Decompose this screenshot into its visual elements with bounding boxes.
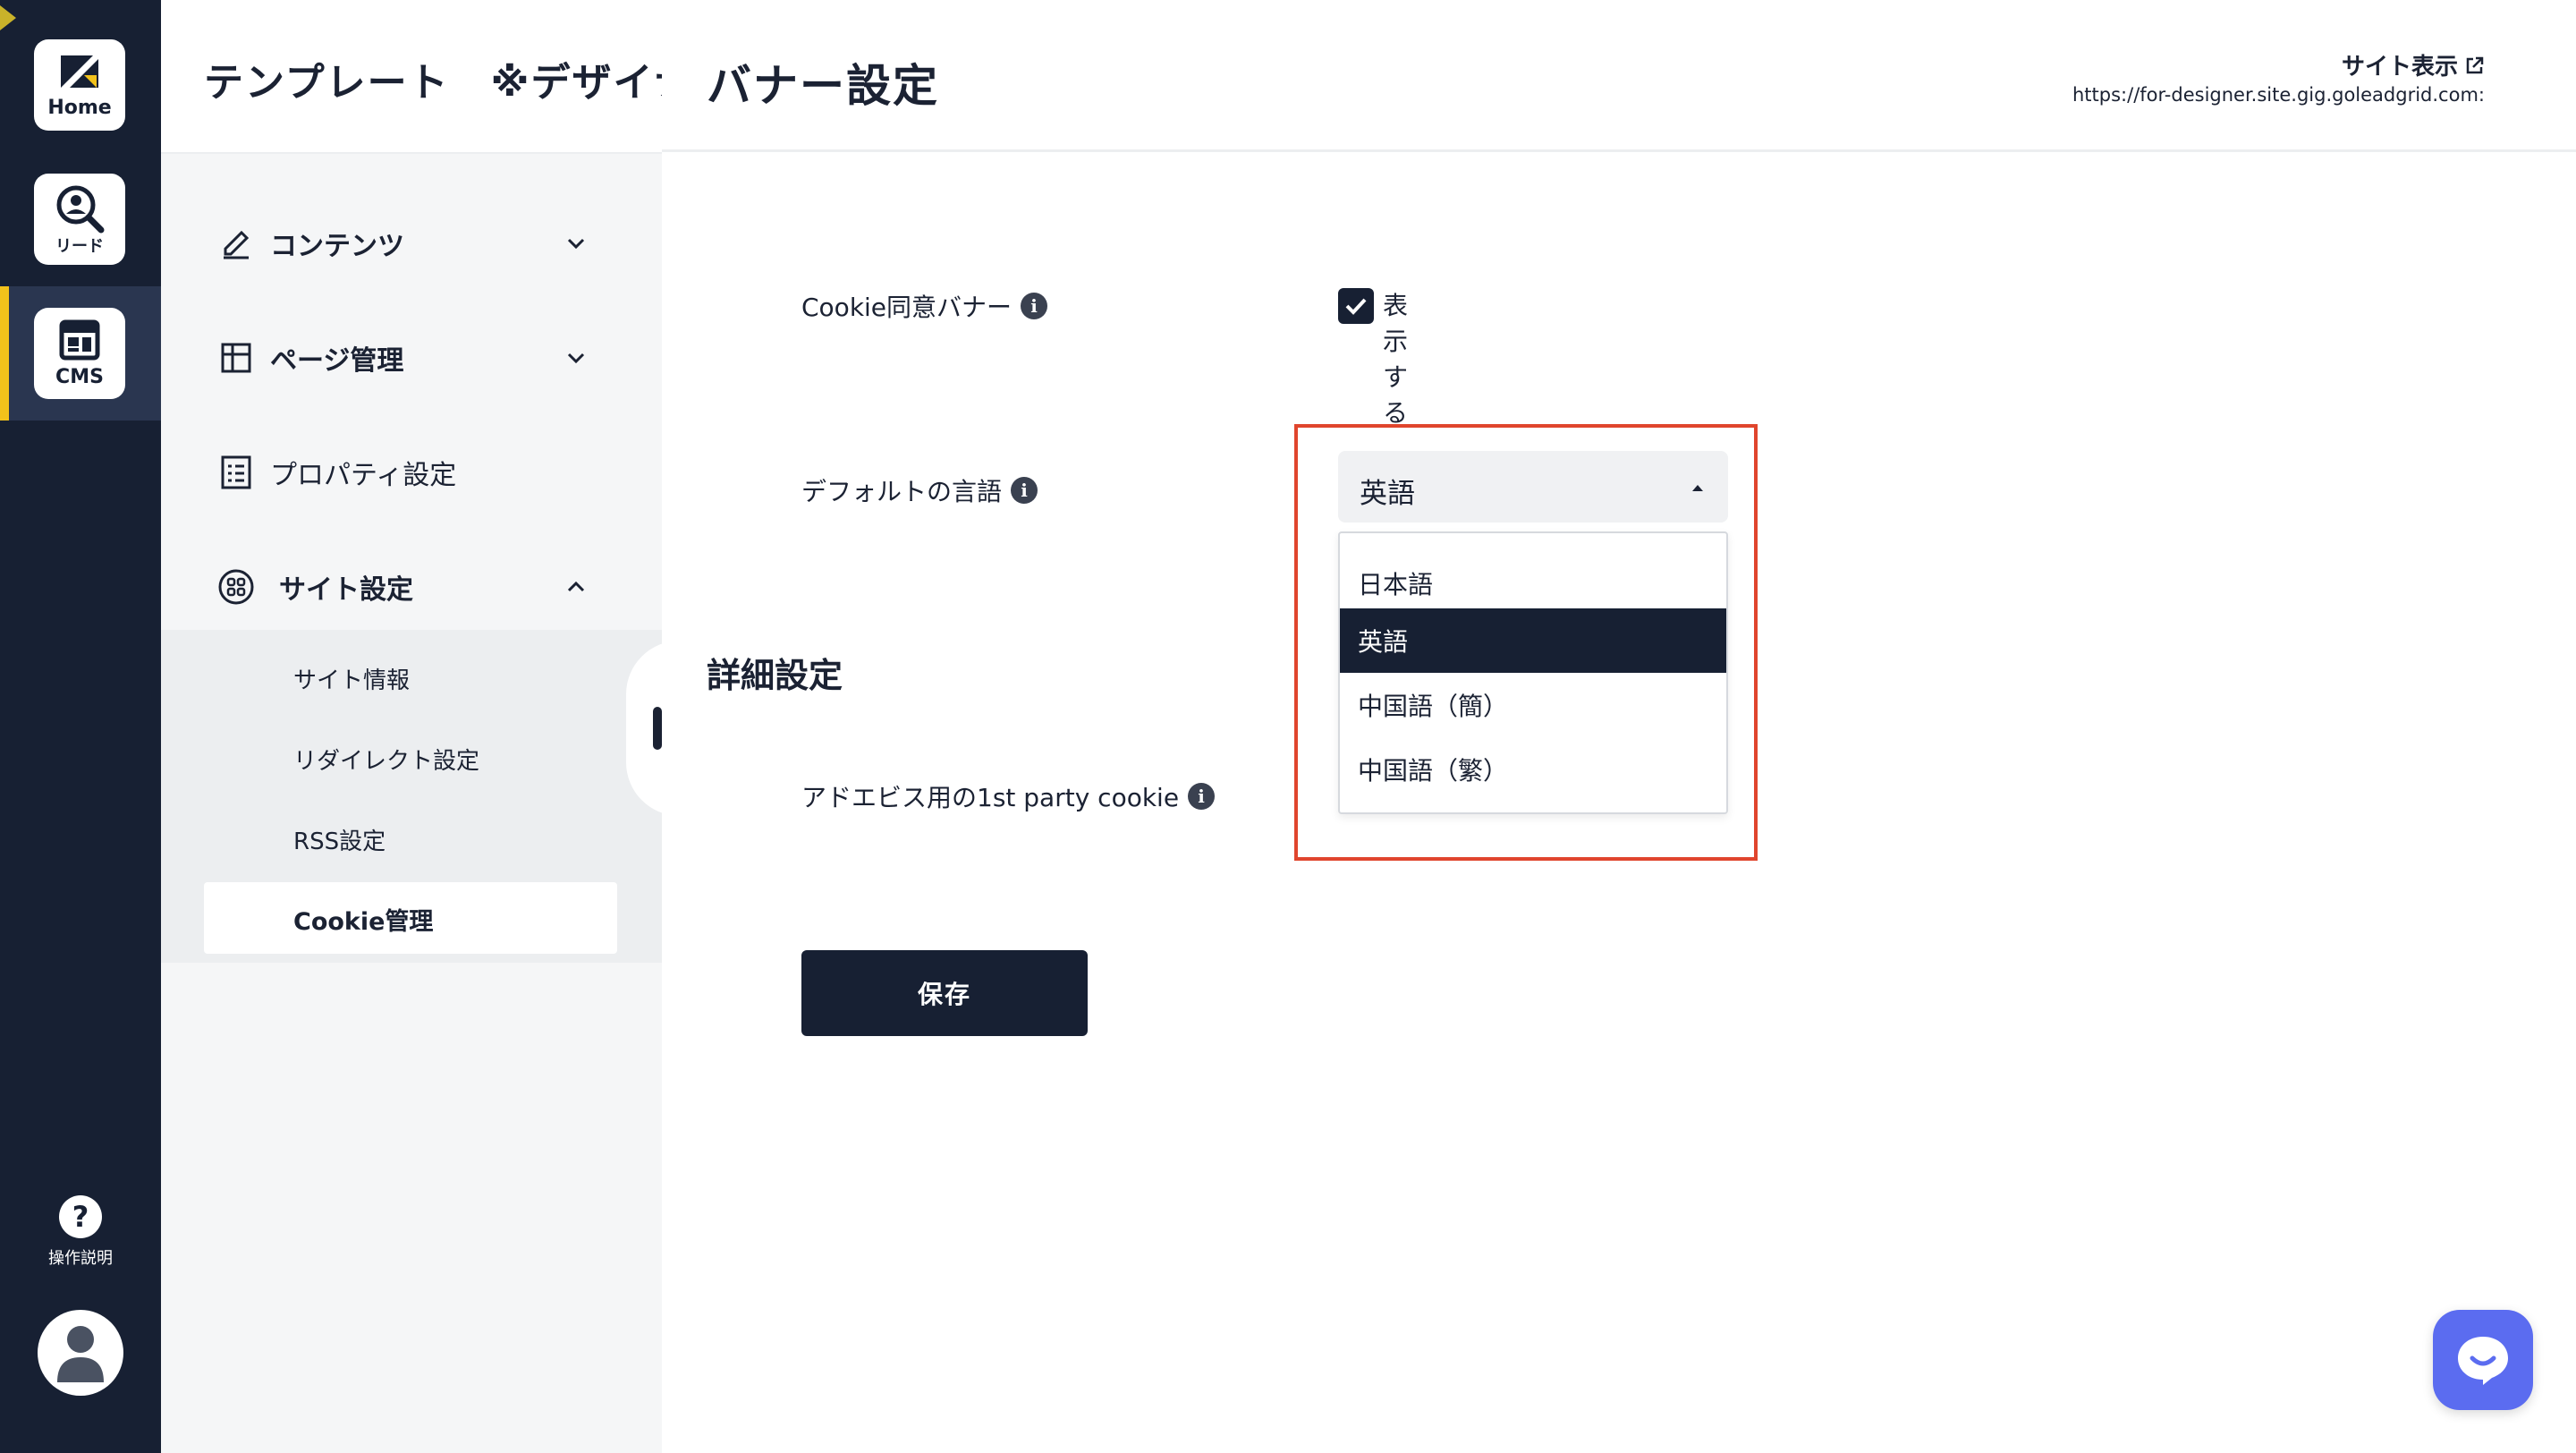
rail-home-button[interactable]: Home [34, 39, 125, 131]
adebis-cookie-label: アドエビス用の1st party cookie i [801, 778, 1216, 814]
search-person-icon [56, 185, 105, 234]
corner-mark [0, 5, 16, 30]
sidebar-subitem-rss[interactable]: RSS設定 [293, 823, 386, 856]
adebis-cookie-text: アドエビス用の1st party cookie [801, 783, 1180, 812]
sidebar-item-label: サイト設定 [279, 574, 413, 606]
sidebar-item-property-settings[interactable]: プロパティ設定 [161, 437, 662, 508]
default-language-select[interactable]: 英語 [1338, 451, 1728, 523]
default-language-label: デフォルトの言語 i [801, 472, 1038, 508]
rail-cms-label: CMS [55, 365, 104, 388]
language-option[interactable]: 日本語 [1340, 551, 1726, 616]
cms-layout-icon [59, 319, 100, 360]
info-icon[interactable]: i [1188, 783, 1216, 810]
help-button[interactable]: ? 操作説明 [36, 1195, 125, 1269]
sidebar-subitem-redirect[interactable]: リダイレクト設定 [293, 743, 479, 776]
cms-sidebar: テンプレート ※デザイナー コンテンツ ページ管理 プロパティ設定 サイト設定 [161, 0, 662, 1453]
question-icon: ? [59, 1195, 102, 1238]
sidebar-subitem-cookie[interactable]: Cookie管理 [293, 902, 433, 937]
chat-button[interactable] [2433, 1310, 2533, 1410]
chat-icon [2458, 1337, 2508, 1385]
grid-circle-icon [218, 569, 254, 605]
select-value: 英語 [1360, 478, 1415, 510]
sidebar-subitem-site-info[interactable]: サイト情報 [293, 662, 410, 695]
sidebar-item-label: ページ管理 [270, 345, 404, 377]
site-view-label: サイト表示 [2341, 54, 2458, 81]
save-button[interactable]: 保存 [801, 950, 1088, 1036]
layout-icon [218, 340, 254, 376]
chevron-down-icon [562, 229, 590, 258]
rail-cms-button[interactable]: CMS [34, 308, 125, 399]
caret-up-icon [1692, 485, 1703, 491]
site-url: https://for-designer.site.gig.goleadgrid… [2072, 84, 2485, 106]
sidebar-item-site-settings[interactable]: サイト設定 [161, 551, 662, 623]
site-view-link[interactable]: サイト表示 [2342, 48, 2485, 81]
page-title: バナー設定 [707, 60, 939, 112]
chevron-down-icon [562, 344, 590, 372]
cookie-banner-text: Cookie同意バナー [801, 293, 1013, 322]
show-banner-label[interactable]: 表示する [1383, 288, 1408, 431]
sidebar-title: テンプレート ※デザイナー [204, 60, 662, 106]
home-logo-icon [61, 55, 98, 88]
help-label: 操作説明 [48, 1249, 113, 1268]
check-icon [1345, 298, 1367, 315]
sidebar-item-page-management[interactable]: ページ管理 [161, 322, 662, 394]
sidebar-item-label: コンテンツ [270, 231, 404, 262]
rail-active-indicator [0, 286, 9, 421]
sidebar-collapse-handle[interactable] [653, 707, 662, 750]
app-rail: Home リード CMS ? 操作説明 [0, 0, 161, 1453]
advanced-settings-title: 詳細設定 [707, 656, 843, 695]
language-dropdown: 日本語 英語 中国語（簡） 中国語（繁） [1338, 531, 1728, 814]
sidebar-header: テンプレート ※デザイナー [161, 0, 662, 154]
info-icon[interactable]: i [1021, 293, 1048, 319]
sidebar-item-label: プロパティ設定 [270, 460, 457, 491]
main-header: バナー設定 サイト表示 https://for-designer.site.gi… [662, 0, 2576, 152]
external-link-icon [2466, 56, 2484, 73]
show-banner-checkbox[interactable] [1338, 288, 1374, 324]
cookie-banner-label: Cookie同意バナー i [801, 288, 1048, 324]
rail-lead-button[interactable]: リード [34, 174, 125, 265]
user-avatar[interactable] [38, 1310, 123, 1396]
rail-home-label: Home [47, 96, 112, 119]
language-option[interactable]: 中国語（簡） [1340, 673, 1726, 737]
language-option-selected[interactable]: 英語 [1340, 608, 1726, 673]
user-icon [57, 1326, 104, 1382]
default-language-text: デフォルトの言語 [801, 477, 1003, 506]
language-option[interactable]: 中国語（繁） [1340, 737, 1726, 802]
sidebar-item-contents[interactable]: コンテンツ [161, 208, 662, 279]
pencil-icon [218, 225, 254, 261]
info-icon[interactable]: i [1011, 477, 1038, 504]
chevron-up-icon [562, 573, 590, 601]
rail-lead-label: リード [55, 237, 104, 256]
list-icon [218, 455, 254, 490]
